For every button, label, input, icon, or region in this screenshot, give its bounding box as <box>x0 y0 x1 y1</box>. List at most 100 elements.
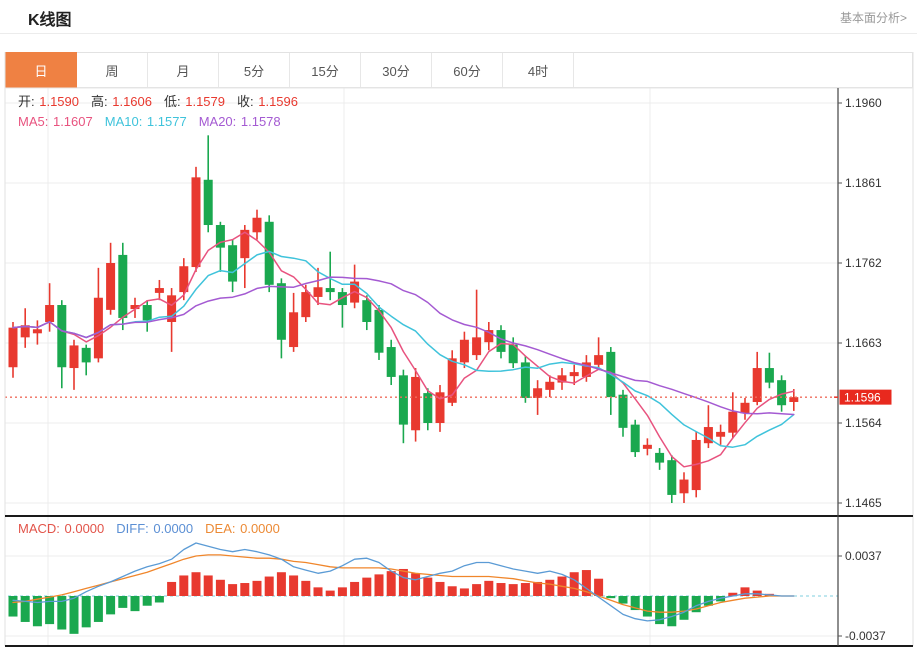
macd-hist-bar <box>253 581 262 596</box>
candle-body <box>155 288 164 293</box>
candle-body <box>728 412 737 433</box>
legend-label: MA5: <box>18 114 52 129</box>
macd-hist-bar <box>216 580 225 596</box>
legend-label: 开: <box>18 94 38 109</box>
legend-label: DIFF: <box>116 521 152 536</box>
macd-hist-bar <box>362 578 371 596</box>
legend-value: 1.1577 <box>147 114 187 129</box>
macd-hist-bar <box>423 578 432 596</box>
candle-body <box>680 480 689 494</box>
macd-hist-bar <box>545 580 554 596</box>
candle-body <box>570 372 579 376</box>
macd-hist-bar <box>94 596 103 622</box>
candle-body <box>399 375 408 424</box>
macd-hist-bar <box>45 596 54 624</box>
legend-label: MA10: <box>105 114 146 129</box>
ohlc-legend: 开: 1.1590高: 1.1606低: 1.1579收: 1.1596 <box>18 91 310 110</box>
macd-hist-bar <box>338 587 347 596</box>
macd-hist-bar <box>192 572 201 596</box>
legend-value: 0.0000 <box>153 521 193 536</box>
macd-hist-bar <box>375 574 384 596</box>
macd-hist-bar <box>570 572 579 596</box>
candle-body <box>45 305 54 322</box>
candle-body <box>667 460 676 495</box>
candle-body <box>789 397 798 402</box>
macd-hist-bar <box>228 584 237 596</box>
candle-body <box>497 330 506 352</box>
axis-label: -0.0037 <box>845 629 886 643</box>
candle-body <box>82 348 91 363</box>
macd-hist-bar <box>301 581 310 596</box>
macd-hist-bar <box>667 596 676 626</box>
macd-hist-bar <box>509 584 518 596</box>
macd-hist-bar <box>155 596 164 602</box>
macd-hist-bar <box>82 596 91 627</box>
legend-value: 1.1596 <box>258 94 298 109</box>
axis-label: 1.1762 <box>845 256 882 270</box>
candle-body <box>594 355 603 365</box>
legend-value: 1.1579 <box>185 94 225 109</box>
axis-label: 1.1564 <box>845 416 882 430</box>
macd-hist-bar <box>643 596 652 617</box>
candle-body <box>765 368 774 383</box>
candle-body <box>143 305 152 320</box>
ma-legend: MA5: 1.1607MA10: 1.1577MA20: 1.1578 <box>18 114 293 129</box>
candle-body <box>643 445 652 449</box>
legend-value: 0.0000 <box>65 521 105 536</box>
macd-hist-bar <box>497 583 506 596</box>
macd-hist-bar <box>131 596 140 611</box>
candle-body <box>631 425 640 452</box>
macd-hist-bar <box>606 596 615 598</box>
macd-hist-bar <box>70 596 79 634</box>
axis-label: 1.1663 <box>845 336 882 350</box>
candle-body <box>545 382 554 390</box>
legend-label: 高: <box>91 94 111 109</box>
macd-hist-bar <box>179 575 188 596</box>
macd-hist-bar <box>533 582 542 596</box>
macd-hist-bar <box>265 577 274 596</box>
candle-body <box>33 329 42 333</box>
macd-hist-bar <box>204 575 213 596</box>
axis-label: 0.0037 <box>845 549 882 563</box>
legend-label: 收: <box>237 94 257 109</box>
candle-body <box>253 218 262 233</box>
macd-hist-bar <box>460 588 469 596</box>
legend-label: MACD: <box>18 521 64 536</box>
axis-label: 1.1861 <box>845 176 882 190</box>
macd-hist-bar <box>448 586 457 596</box>
macd-hist-bar <box>143 596 152 606</box>
macd-hist-bar <box>326 591 335 596</box>
candle-body <box>106 263 115 310</box>
macd-hist-bar <box>680 596 689 620</box>
macd-hist-bar <box>411 573 420 596</box>
candle-body <box>301 292 310 317</box>
macd-hist-bar <box>277 572 286 596</box>
legend-label: MA20: <box>199 114 240 129</box>
candle-body <box>228 245 237 281</box>
candle-body <box>619 395 628 428</box>
legend-label: DEA: <box>205 521 239 536</box>
legend-label: 低: <box>164 94 184 109</box>
candle-body <box>655 453 664 463</box>
candle-body <box>716 432 725 437</box>
candle-body <box>472 337 481 355</box>
macd-hist-bar <box>436 582 445 596</box>
macd-hist-bar <box>350 582 359 596</box>
macd-hist-bar <box>521 583 530 596</box>
candle-body <box>9 328 18 368</box>
candle-body <box>277 283 286 340</box>
macd-hist-bar <box>21 596 30 622</box>
candle-body <box>289 312 298 347</box>
macd-hist-bar <box>619 596 628 604</box>
candle-body <box>94 298 103 359</box>
macd-hist-bar <box>484 581 493 596</box>
legend-value: 1.1607 <box>53 114 93 129</box>
candle-body <box>192 177 201 267</box>
candle-body <box>362 300 371 322</box>
legend-value: 1.1590 <box>39 94 79 109</box>
legend-value: 0.0000 <box>240 521 280 536</box>
macd-hist-bar <box>33 596 42 626</box>
macd-hist-bar <box>106 596 115 614</box>
macd-hist-bar <box>167 582 176 596</box>
macd-legend: MACD: 0.0000DIFF: 0.0000DEA: 0.0000 <box>18 521 292 536</box>
